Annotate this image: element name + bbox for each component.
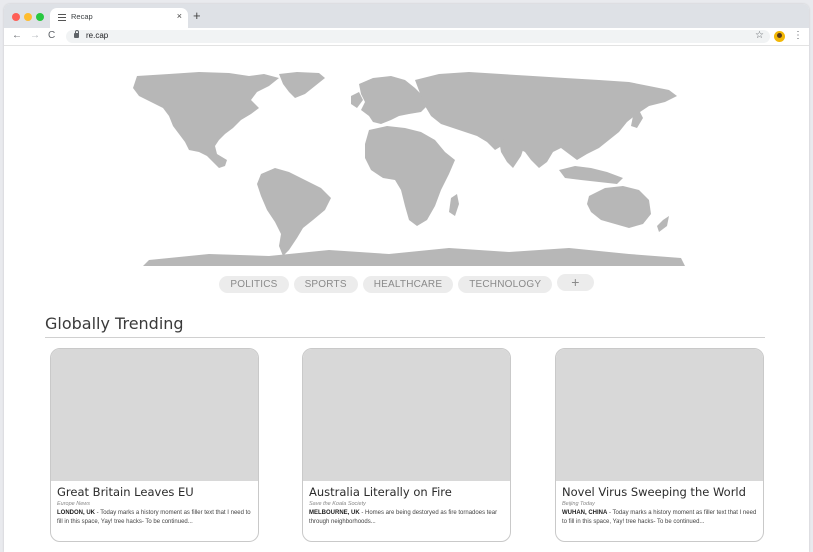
address-bar[interactable]: re.cap ☆ xyxy=(66,30,770,43)
new-tab-button[interactable]: + xyxy=(193,9,201,22)
card-title[interactable]: Great Britain Leaves EU xyxy=(57,485,194,499)
category-sports-chip[interactable]: SPORTS xyxy=(293,276,358,293)
news-card[interactable]: Australia Literally on Fire Save the Koa… xyxy=(302,348,511,542)
island-new-zealand xyxy=(657,216,669,232)
continent-greenland xyxy=(279,72,325,98)
tab-strip: Recap × + xyxy=(4,4,809,28)
url-text[interactable]: re.cap xyxy=(86,31,108,40)
card-summary: WUHAN, CHINA - Today marks a history mom… xyxy=(562,509,758,526)
close-window-button[interactable] xyxy=(12,13,20,21)
card-source: Save the Koala Society xyxy=(309,501,366,507)
section-title: Globally Trending xyxy=(45,314,184,333)
browser-menu-icon[interactable]: ⋮ xyxy=(793,30,803,42)
tab-title: Recap xyxy=(71,12,93,21)
category-healthcare-chip[interactable]: HEALTHCARE xyxy=(362,276,454,293)
card-title[interactable]: Australia Literally on Fire xyxy=(309,485,452,499)
category-technology-chip[interactable]: TECHNOLOGY xyxy=(458,276,553,293)
continent-australia xyxy=(587,186,651,228)
tab-recap[interactable]: Recap × xyxy=(50,8,188,28)
bookmark-star-icon[interactable]: ☆ xyxy=(755,30,764,42)
card-summary: MELBOURNE, UK - Homes are being destorye… xyxy=(309,509,505,526)
card-image-placeholder xyxy=(303,349,510,481)
news-card[interactable]: Great Britain Leaves EU Europe News LOND… xyxy=(50,348,259,542)
profile-avatar[interactable] xyxy=(774,31,785,42)
continent-antarctica xyxy=(143,248,685,266)
section-divider xyxy=(45,337,765,338)
news-card[interactable]: Novel Virus Sweeping the World Beijing T… xyxy=(555,348,764,542)
page-content: POLITICS SPORTS HEALTHCARE TECHNOLOGY + … xyxy=(4,46,809,552)
minimize-window-button[interactable] xyxy=(24,13,32,21)
reload-icon[interactable]: C xyxy=(48,30,55,42)
category-filter-bar: POLITICS SPORTS HEALTHCARE TECHNOLOGY + xyxy=(4,274,809,293)
world-map[interactable] xyxy=(129,70,689,270)
continent-north-america xyxy=(133,72,279,168)
card-source: Beijing Today xyxy=(562,501,595,507)
card-title[interactable]: Novel Virus Sweeping the World xyxy=(562,485,746,499)
card-image-placeholder xyxy=(51,349,258,481)
browser-toolbar: ← → C re.cap ☆ ⋮ xyxy=(4,28,809,46)
continent-south-america xyxy=(257,168,331,256)
card-source: Europe News xyxy=(57,501,91,507)
tab-close-icon[interactable]: × xyxy=(177,11,182,21)
card-summary: LONDON, UK - Today marks a history momen… xyxy=(57,509,253,526)
back-icon[interactable]: ← xyxy=(12,30,22,42)
card-location: WUHAN, CHINA xyxy=(562,510,608,516)
islands-southeast-asia xyxy=(559,166,623,184)
world-map-graphic xyxy=(133,72,685,266)
page-icon xyxy=(58,14,66,21)
region-india xyxy=(499,138,525,168)
card-location: LONDON, UK xyxy=(57,510,95,516)
browser-window: Recap × + ← → C re.cap ☆ ⋮ POLITICS SPOR… xyxy=(4,4,809,552)
category-politics-chip[interactable]: POLITICS xyxy=(219,276,289,293)
maximize-window-button[interactable] xyxy=(36,13,44,21)
continent-africa xyxy=(365,126,455,226)
card-image-placeholder xyxy=(556,349,763,481)
card-location: MELBOURNE, UK xyxy=(309,510,360,516)
island-madagascar xyxy=(449,194,459,216)
lock-icon[interactable] xyxy=(74,30,79,38)
add-category-button[interactable]: + xyxy=(557,274,594,291)
forward-icon[interactable]: → xyxy=(30,30,40,42)
